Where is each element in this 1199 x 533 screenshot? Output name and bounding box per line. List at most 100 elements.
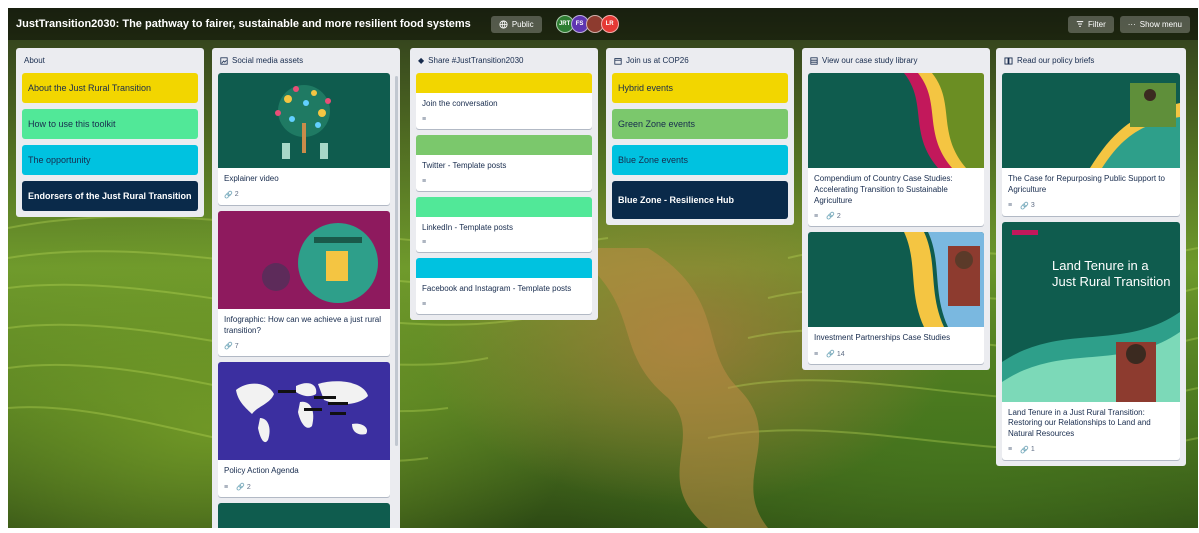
card-explainer-video[interactable]: Explainer video 🔗 2 — [218, 73, 390, 205]
filter-icon — [1076, 21, 1084, 27]
list-title[interactable]: About — [22, 54, 198, 73]
card-title: The Case for Repurposing Public Support … — [1008, 174, 1165, 194]
compendium-cover-image — [808, 73, 984, 168]
list-header[interactable]: Social media assets — [218, 54, 394, 73]
list-title: Read our policy briefs — [1017, 56, 1095, 65]
attachment-badge: 🔗 3 — [1020, 202, 1035, 210]
globe-icon — [499, 19, 508, 29]
list-cop26: Join us at COP26 Hybrid events Green Zon… — [606, 48, 794, 225]
card-opportunity[interactable]: The opportunity — [22, 145, 198, 175]
library-icon — [810, 56, 818, 65]
land-tenure-cover-image: Land Tenure in a Just Rural Transition — [1002, 221, 1180, 402]
attachment-badge: 🔗 7 — [224, 342, 239, 351]
card-cover — [416, 73, 592, 93]
card-infographic[interactable]: Infographic: How can we achieve a just r… — [218, 210, 390, 357]
card-join-conversation[interactable]: Join the conversation ≡ — [416, 73, 592, 129]
show-menu-label: Show menu — [1139, 19, 1182, 29]
avatar[interactable]: LR — [600, 15, 619, 33]
image-icon — [220, 56, 228, 65]
card-title: Join the conversation — [422, 99, 498, 108]
show-menu-button[interactable]: ··· Show menu — [1119, 15, 1190, 33]
filter-button[interactable]: Filter — [1067, 15, 1114, 33]
card-linkedin[interactable]: LinkedIn - Template posts ≡ — [416, 196, 592, 253]
tag-icon: ◆ — [418, 56, 425, 65]
cover-title-line-2: Just Rural Transition — [1052, 274, 1171, 289]
attachment-badge: 🔗 14 — [826, 350, 845, 359]
repurposing-cover-image — [1002, 73, 1180, 168]
visibility-label: Public — [511, 19, 534, 29]
paperclip-icon: 🔗 — [1020, 202, 1029, 210]
cover-title-line-1: Land Tenure in a — [1052, 258, 1149, 273]
list-header[interactable]: View our case study library — [808, 54, 984, 73]
list-title: Share #JustTransition2030 — [428, 56, 524, 65]
paperclip-icon: 🔗 — [1020, 446, 1029, 454]
card-title: Facebook and Instagram - Template posts — [422, 284, 572, 294]
explainer-cover-image — [218, 73, 390, 168]
card-about-jrt[interactable]: About the Just Rural Transition — [22, 73, 198, 103]
paperclip-icon: 🔗 — [236, 484, 245, 492]
filter-label: Filter — [1087, 19, 1106, 29]
description-icon: ≡ — [1008, 446, 1013, 454]
card-resilience-hub[interactable]: Blue Zone - Resilience Hub — [612, 181, 788, 219]
attachment-badge: 🔗 1 — [1020, 446, 1035, 454]
card-endorsers[interactable]: Endorsers of the Just Rural Transition — [22, 181, 198, 211]
description-icon: ≡ — [224, 483, 229, 491]
infographic-cover-image — [218, 210, 390, 309]
description-icon: ≡ — [1008, 202, 1013, 210]
list-title: View our case study library — [822, 56, 918, 65]
visibility-button[interactable]: Public — [490, 15, 542, 33]
card-policy-action-agenda[interactable]: Policy Action Agenda ≡ 🔗 2 — [218, 362, 390, 498]
attachment-badge: 🔗 2 — [224, 191, 239, 199]
calendar-icon — [614, 57, 622, 65]
card-blue-zone[interactable]: Blue Zone events — [612, 145, 788, 175]
card-title: LinkedIn - Template posts — [422, 222, 514, 232]
list-header[interactable]: Read our policy briefs — [1002, 54, 1180, 73]
list-about: About About the Just Rural Transition Ho… — [16, 48, 204, 217]
card-cover — [416, 196, 592, 217]
list-header[interactable]: ◆ Share #JustTransition2030 — [416, 54, 592, 73]
card-title: Policy Action Agenda — [224, 466, 299, 476]
attachment-badge: 🔗 2 — [826, 212, 841, 221]
board-header: JustTransition2030: The pathway to faire… — [8, 8, 1198, 40]
list-share: ◆ Share #JustTransition2030 Join the con… — [410, 48, 598, 321]
list-title: Social media assets — [232, 56, 304, 65]
list-title: Join us at COP26 — [626, 56, 689, 65]
card-compendium[interactable]: Compendium of Country Case Studies: Acce… — [808, 73, 984, 227]
list-header[interactable]: Join us at COP26 — [612, 54, 788, 73]
description-icon: ≡ — [814, 350, 819, 358]
card-cover — [416, 258, 592, 279]
card-land-tenure[interactable]: Land Tenure in a Just Rural Transition L… — [1002, 221, 1180, 460]
card-title: Twitter - Template posts — [422, 160, 507, 170]
investment-cover-image — [808, 232, 984, 328]
description-icon: ≡ — [422, 177, 427, 185]
description-icon: ≡ — [422, 301, 427, 309]
paperclip-icon: 🔗 — [826, 213, 835, 221]
card-title: Explainer video — [224, 174, 279, 183]
more-icon: ··· — [1127, 19, 1136, 29]
card-how-to-use[interactable]: How to use this toolkit — [22, 109, 198, 139]
list-case-studies: View our case study library Compendium o… — [802, 48, 990, 371]
list-social-media: Social media assets Explainer video 🔗2 — [212, 48, 400, 528]
card-investment-partnerships[interactable]: Investment Partnerships Case Studies ≡ 🔗… — [808, 232, 984, 365]
member-avatars: JRT FS LR — [555, 15, 619, 33]
book-icon — [1004, 56, 1013, 65]
description-icon: ≡ — [814, 212, 819, 220]
card-facebook-instagram[interactable]: Facebook and Instagram - Template posts … — [416, 258, 592, 315]
card-hybrid-events[interactable]: Hybrid events — [612, 73, 788, 103]
card-title: Investment Partnerships Case Studies — [814, 333, 951, 343]
card-title: Compendium of Country Case Studies: Acce… — [814, 174, 953, 205]
paperclip-icon: 🔗 — [224, 343, 233, 351]
board-canvas: JustTransition2030: The pathway to faire… — [8, 8, 1198, 528]
list-policy-briefs: Read our policy briefs The Case for Repu… — [996, 48, 1186, 466]
card-partial[interactable] — [218, 503, 390, 528]
card-cover — [416, 134, 592, 155]
board-title[interactable]: JustTransition2030: The pathway to faire… — [16, 18, 471, 30]
card-repurposing-support[interactable]: The Case for Repurposing Public Support … — [1002, 73, 1180, 216]
description-icon: ≡ — [422, 115, 427, 123]
card-twitter[interactable]: Twitter - Template posts ≡ — [416, 134, 592, 191]
attachment-badge: 🔗 2 — [236, 483, 251, 492]
list-scrollbar[interactable] — [395, 76, 398, 446]
paperclip-icon: 🔗 — [224, 191, 233, 199]
description-icon: ≡ — [422, 239, 427, 247]
card-green-zone[interactable]: Green Zone events — [612, 109, 788, 139]
